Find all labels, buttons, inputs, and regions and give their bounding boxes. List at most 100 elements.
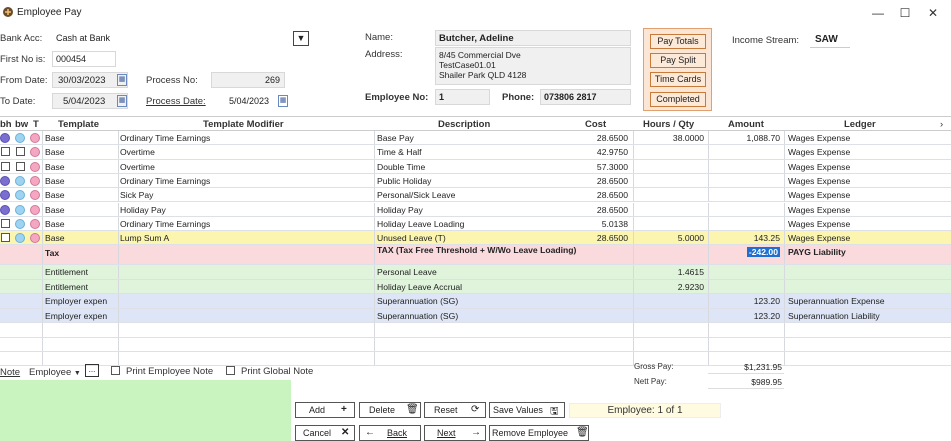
row-checkbox[interactable] <box>16 147 25 157</box>
column-divider <box>42 145 43 159</box>
column-divider <box>784 308 785 323</box>
table-row[interactable]: Employer expen Superannuation (SG) 123.20 S… <box>0 308 951 324</box>
bw-indicator-icon[interactable] <box>15 204 25 215</box>
calendar-icon[interactable]: ▦ <box>278 95 288 107</box>
bh-indicator-icon[interactable] <box>0 190 10 201</box>
pay-totals-button[interactable]: Pay Totals <box>650 34 706 49</box>
col-bh[interactable]: bh <box>0 119 12 130</box>
note-ellipsis-button[interactable]: ... <box>85 364 99 377</box>
col-description[interactable]: Description <box>438 119 490 130</box>
cell-template: Employer expen <box>45 296 108 307</box>
note-type-select[interactable]: Employee ▼ <box>29 367 81 378</box>
reset-button[interactable]: Reset ⟳ <box>424 402 486 418</box>
next-button-label: Next <box>437 428 456 438</box>
row-checkbox[interactable] <box>16 161 25 171</box>
table-row[interactable]: Employer expen Superannuation (SG) 123.20 S… <box>0 294 951 309</box>
col-ledger[interactable]: Ledger <box>844 119 876 130</box>
cancel-button[interactable]: Cancel ✕ <box>295 425 355 441</box>
scroll-right-icon[interactable]: › <box>940 119 943 130</box>
column-divider <box>374 308 375 323</box>
table-row[interactable]: Base Lump Sum A Unused Leave (T) 28.6500 5.0… <box>0 231 951 246</box>
delete-button[interactable]: Delete 🗑 <box>359 402 421 418</box>
col-bw[interactable]: bw <box>15 119 28 130</box>
title-bar: Employee Pay — ☐ ✕ <box>0 0 951 26</box>
row-checkbox[interactable] <box>1 147 10 157</box>
table-row[interactable]: Base Ordinary Time Earnings Base Pay 28.650… <box>0 131 951 146</box>
col-cost[interactable]: Cost <box>585 119 606 130</box>
table-row[interactable]: Tax TAX (Tax Free Threshold + W/Wo Leave … <box>0 245 951 266</box>
row-checkbox[interactable] <box>1 233 10 243</box>
print-employee-note-checkbox[interactable] <box>111 366 120 375</box>
save-values-button-label: Save Values <box>493 405 543 415</box>
table-row[interactable]: Base Ordinary Time Earnings Public Holiday… <box>0 173 951 189</box>
table-row[interactable]: Entitlement Personal Leave 1.4615 <box>0 265 951 280</box>
t-indicator-icon[interactable] <box>30 147 40 158</box>
table-row[interactable]: Base Overtime Time & Half 42.9750 Wages Expe… <box>0 145 951 160</box>
row-checkbox[interactable] <box>1 161 10 171</box>
bh-indicator-icon[interactable] <box>0 204 10 215</box>
back-button[interactable]: ← Back <box>359 425 421 441</box>
column-divider <box>784 173 785 188</box>
cell-template: Base <box>45 147 65 158</box>
pay-split-button[interactable]: Pay Split <box>650 53 706 68</box>
note-label: Note <box>0 367 21 378</box>
process-date-field[interactable]: 5/04/2023 ▦ <box>211 93 289 109</box>
note-textarea[interactable] <box>0 380 291 441</box>
phone-value: 073806 2817 <box>544 92 597 102</box>
income-stream-field[interactable]: SAW <box>810 32 850 48</box>
calendar-icon[interactable]: ▦ <box>117 74 127 86</box>
table-row[interactable]: Base Sick Pay Personal/Sick Leave 28.6500 Wa… <box>0 188 951 203</box>
trash-icon: 🗑 <box>576 427 589 438</box>
cell-description: Unused Leave (T) <box>377 233 446 244</box>
bw-indicator-icon[interactable] <box>15 190 25 201</box>
table-row[interactable]: Base Ordinary Time Earnings Holiday Leave … <box>0 216 951 232</box>
bw-indicator-icon[interactable] <box>15 218 25 229</box>
first-no-field[interactable]: 000454 <box>52 51 116 67</box>
next-button[interactable]: Next → <box>424 425 486 441</box>
t-indicator-icon[interactable] <box>30 190 40 201</box>
completed-button[interactable]: Completed <box>650 92 706 107</box>
close-button[interactable]: ✕ <box>921 4 945 22</box>
bw-indicator-icon[interactable] <box>15 133 25 143</box>
col-t[interactable]: T <box>33 119 39 130</box>
column-divider <box>784 294 785 308</box>
bank-acc-select[interactable]: Cash at Bank ▼ <box>52 30 310 46</box>
cell-modifier: Ordinary Time Earnings <box>120 133 211 143</box>
print-global-note-checkbox[interactable] <box>226 366 235 375</box>
to-date-field[interactable]: 5/04/2023 ▦ <box>52 93 128 109</box>
time-cards-button[interactable]: Time Cards <box>650 72 706 87</box>
bh-indicator-icon[interactable] <box>0 133 10 143</box>
col-amount[interactable]: Amount <box>728 119 764 130</box>
column-divider <box>42 323 43 337</box>
cell-ledger: PAYG Liability <box>788 247 846 258</box>
t-indicator-icon[interactable] <box>30 133 40 143</box>
bw-indicator-icon[interactable] <box>15 175 25 186</box>
add-button[interactable]: Add + <box>295 402 355 418</box>
t-indicator-icon[interactable] <box>30 233 40 244</box>
bw-indicator-icon[interactable] <box>15 233 25 244</box>
cell-template: Tax <box>45 248 60 259</box>
col-template[interactable]: Template <box>58 119 99 130</box>
table-row[interactable]: Entitlement Holiday Leave Accrual 2.9230 <box>0 279 951 295</box>
cell-description: Holiday Leave Accrual <box>377 281 463 292</box>
t-indicator-icon[interactable] <box>30 175 40 186</box>
t-indicator-icon[interactable] <box>30 218 40 229</box>
remove-employee-button[interactable]: Remove Employee 🗑 <box>489 425 589 441</box>
save-values-button[interactable]: Save Values 🖫 <box>489 402 565 418</box>
col-hours-qty[interactable]: Hours / Qty <box>643 119 694 130</box>
name-label: Name: <box>365 32 393 43</box>
chevron-down-icon[interactable]: ▼ <box>293 31 309 46</box>
t-indicator-icon[interactable] <box>30 204 40 215</box>
minimize-button[interactable]: — <box>866 4 890 22</box>
bh-indicator-icon[interactable] <box>0 175 10 186</box>
from-date-field[interactable]: 30/03/2023 ▦ <box>52 72 128 88</box>
column-divider <box>42 337 43 351</box>
row-checkbox[interactable] <box>1 218 10 228</box>
calendar-icon[interactable]: ▦ <box>117 95 127 107</box>
maximize-button[interactable]: ☐ <box>893 4 917 22</box>
employee-no-field: 1 <box>435 89 490 105</box>
col-template-modifier[interactable]: Template Modifier <box>203 119 284 130</box>
table-row[interactable]: Base Overtime Double Time 57.3000 Wages Expe… <box>0 159 951 174</box>
table-row[interactable]: Base Holiday Pay Holiday Pay 28.6500 Wages E… <box>0 202 951 217</box>
t-indicator-icon[interactable] <box>30 161 40 172</box>
